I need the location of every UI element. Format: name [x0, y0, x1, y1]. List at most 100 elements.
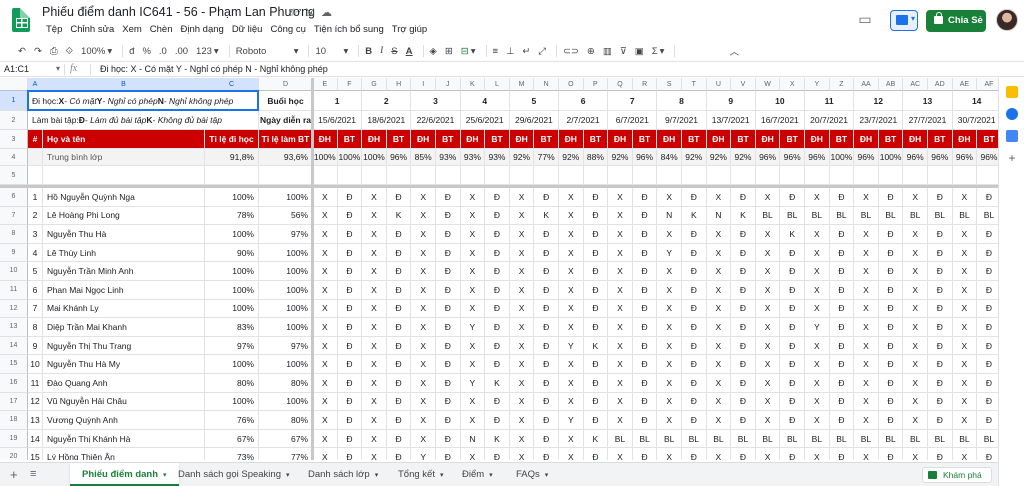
header-dh-cell[interactable]: ĐH: [952, 130, 978, 149]
keep-icon[interactable]: [1006, 86, 1018, 98]
mark-cell[interactable]: X: [706, 243, 732, 263]
number-format-select[interactable]: 123: [196, 46, 212, 57]
column-header-AD[interactable]: AD: [928, 78, 953, 91]
mark-cell[interactable]: X: [805, 355, 830, 374]
avg-value-cell[interactable]: 93%: [485, 149, 510, 166]
mark-cell[interactable]: Đ: [731, 392, 756, 412]
menu-item-5[interactable]: Dữ liệu: [228, 24, 267, 35]
mark-cell[interactable]: X: [903, 243, 928, 263]
row-header[interactable]: 3: [0, 130, 28, 149]
mark-cell[interactable]: Đ: [534, 299, 559, 319]
empty-cell[interactable]: [706, 166, 732, 185]
mark-cell[interactable]: Đ: [731, 225, 756, 244]
mark-cell[interactable]: X: [559, 281, 584, 300]
sheet-tab-3[interactable]: Tổng kết ▾: [386, 463, 455, 486]
mark-cell[interactable]: X: [608, 336, 633, 356]
mark-cell[interactable]: X: [608, 299, 633, 319]
mark-cell[interactable]: K: [485, 374, 510, 393]
header-bt-cell[interactable]: BT: [780, 130, 805, 149]
empty-cell[interactable]: [28, 166, 43, 185]
mark-cell[interactable]: Đ: [337, 355, 363, 374]
mark-cell[interactable]: BL: [903, 429, 928, 449]
mark-cell[interactable]: Đ: [878, 336, 904, 356]
mark-cell[interactable]: X: [362, 336, 387, 356]
mark-cell[interactable]: Đ: [928, 318, 953, 337]
mark-cell[interactable]: Đ: [829, 243, 855, 263]
session-number-cell[interactable]: 2: [362, 91, 412, 111]
mark-cell[interactable]: X: [903, 411, 928, 430]
mark-cell[interactable]: X: [362, 188, 387, 207]
session-number-cell[interactable]: 5: [509, 91, 559, 111]
mark-cell[interactable]: Đ: [632, 188, 658, 207]
mark-cell[interactable]: X: [805, 336, 830, 356]
vertical-align-icon[interactable]: ⊥: [506, 46, 514, 57]
mark-cell[interactable]: Đ: [682, 188, 707, 207]
mark-cell[interactable]: Đ: [878, 318, 904, 337]
mark-cell[interactable]: Đ: [977, 355, 998, 374]
empty-cell[interactable]: [460, 166, 486, 185]
mark-cell[interactable]: Đ: [829, 281, 855, 300]
mark-cell[interactable]: BL: [878, 206, 904, 226]
mark-cell[interactable]: Đ: [337, 411, 363, 430]
mark-cell[interactable]: X: [362, 299, 387, 319]
header-dh-cell[interactable]: ĐH: [608, 130, 633, 149]
mark-cell[interactable]: Đ: [534, 336, 559, 356]
mark-cell[interactable]: Đ: [780, 392, 805, 412]
mark-cell[interactable]: X: [608, 188, 633, 207]
mark-cell[interactable]: Đ: [682, 355, 707, 374]
legend-attendance-cell[interactable]: Đi học: X - Có mặt Y - Nghỉ có phép N - …: [28, 91, 259, 111]
mark-cell[interactable]: Đ: [386, 299, 412, 319]
filter-views-icon[interactable]: ▣: [635, 46, 644, 57]
insert-link-icon[interactable]: ⊂⊃: [563, 46, 579, 57]
mark-cell[interactable]: X: [313, 318, 338, 337]
header-dh-cell[interactable]: ĐH: [460, 130, 486, 149]
mark-cell[interactable]: Đ: [386, 243, 412, 263]
mark-cell[interactable]: Đ: [928, 355, 953, 374]
redo-icon[interactable]: ↷: [34, 46, 42, 57]
student-attend-cell[interactable]: 97%: [205, 336, 259, 356]
row-header[interactable]: 13: [0, 318, 28, 337]
mark-cell[interactable]: X: [411, 318, 436, 337]
mark-cell[interactable]: Đ: [436, 318, 461, 337]
mark-cell[interactable]: X: [903, 336, 928, 356]
header-bt-cell[interactable]: BT: [682, 130, 707, 149]
mark-cell[interactable]: X: [903, 299, 928, 319]
mark-cell[interactable]: X: [509, 299, 535, 319]
session-date-cell[interactable]: 23/7/2021: [854, 111, 904, 130]
mark-cell[interactable]: BL: [928, 206, 953, 226]
mark-cell[interactable]: Đ: [485, 188, 510, 207]
mark-cell[interactable]: X: [411, 188, 436, 207]
mark-cell[interactable]: Đ: [977, 262, 998, 281]
empty-cell[interactable]: [952, 166, 978, 185]
student-homework-cell[interactable]: 97%: [259, 225, 313, 244]
sheets-logo-icon[interactable]: [12, 8, 30, 32]
print-icon[interactable]: ⎙: [50, 46, 58, 57]
student-num-cell[interactable]: 6: [28, 281, 43, 300]
header-bt-cell[interactable]: BT: [731, 130, 756, 149]
mark-cell[interactable]: X: [559, 318, 584, 337]
mark-cell[interactable]: X: [755, 355, 781, 374]
mark-cell[interactable]: X: [755, 281, 781, 300]
header-bt-cell[interactable]: BT: [337, 130, 363, 149]
mark-cell[interactable]: Đ: [485, 318, 510, 337]
mark-cell[interactable]: X: [460, 299, 486, 319]
column-header-P[interactable]: P: [583, 78, 609, 91]
session-date-cell[interactable]: 25/6/2021: [460, 111, 510, 130]
student-homework-cell[interactable]: 100%: [259, 355, 313, 374]
mark-cell[interactable]: Đ: [928, 411, 953, 430]
mark-cell[interactable]: X: [460, 336, 486, 356]
mark-cell[interactable]: X: [313, 411, 338, 430]
mark-cell[interactable]: X: [657, 225, 682, 244]
mark-cell[interactable]: X: [313, 262, 338, 281]
mark-cell[interactable]: Đ: [534, 262, 559, 281]
empty-cell[interactable]: [878, 166, 904, 185]
mark-cell[interactable]: X: [509, 411, 535, 430]
mark-cell[interactable]: Đ: [878, 355, 904, 374]
mark-cell[interactable]: X: [756, 448, 781, 460]
column-header-J[interactable]: J: [436, 78, 461, 91]
mark-cell[interactable]: Đ: [977, 393, 998, 412]
mark-cell[interactable]: Đ: [583, 411, 609, 430]
mark-cell[interactable]: Đ: [632, 336, 658, 356]
mark-cell[interactable]: X: [559, 262, 584, 281]
student-num-cell[interactable]: 3: [28, 225, 43, 244]
